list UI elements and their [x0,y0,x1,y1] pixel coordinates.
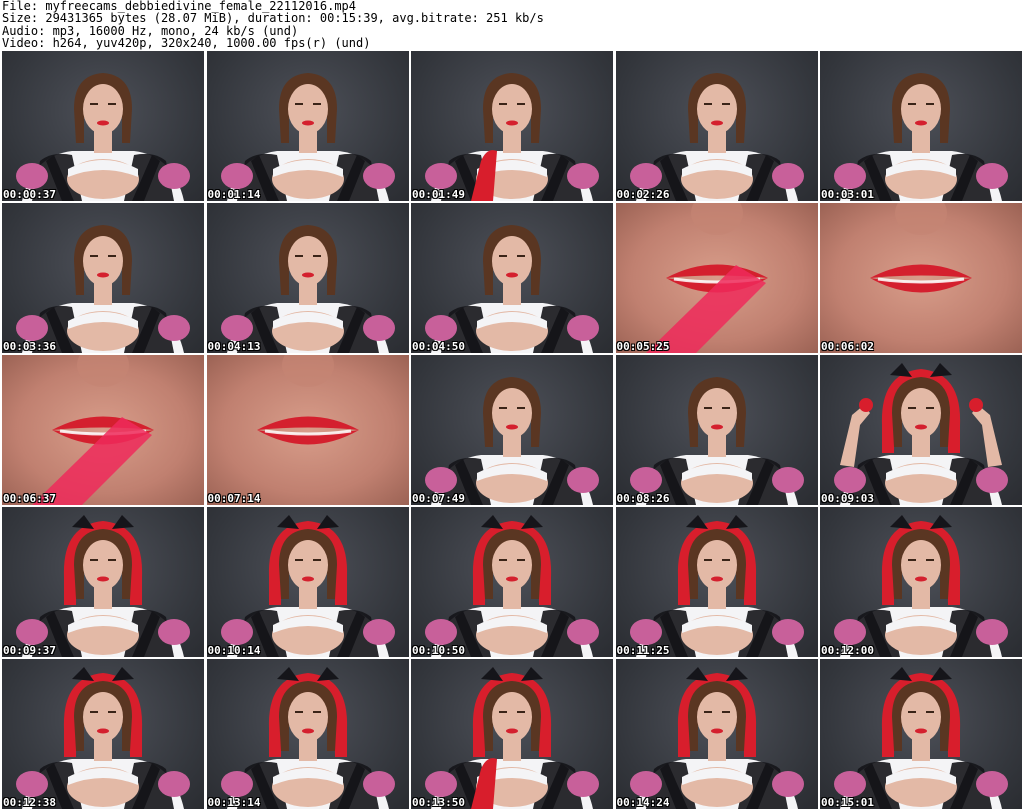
person-portrait-image [220,73,395,201]
thumbnail-timestamp: 00:03:01 [821,188,874,201]
person-portrait-image [16,225,190,353]
thumbnail-timestamp: 00:07:14 [207,492,261,505]
video-thumbnail[interactable]: 00:00:37 [2,51,204,201]
thumbnail-timestamp: 00:06:37 [3,492,56,505]
video-thumbnail[interactable]: 00:04:50 [411,203,613,353]
person-portrait-image [220,515,395,657]
video-thumbnail[interactable]: 00:03:36 [2,203,204,353]
thumbnail-timestamp: 00:12:00 [821,644,874,657]
thumbnail-timestamp: 00:09:03 [821,492,874,505]
video-thumbnail[interactable]: 00:10:14 [206,507,409,657]
lips-closeup-image [32,355,154,505]
video-thumbnail[interactable]: 00:01:49 [411,51,613,201]
person-portrait-image [629,377,804,505]
thumbnail-timestamp: 00:01:14 [207,188,261,201]
video-thumbnail[interactable]: 00:13:14 [206,659,409,809]
person-portrait-image [425,377,599,505]
person-portrait-image [834,73,1008,201]
file-size-line: Size: 29431365 bytes (28.07 MiB), durati… [2,11,544,26]
thumbnail-timestamp: 00:15:01 [821,796,874,809]
person-portrait-image [425,225,599,353]
video-thumbnail[interactable]: 00:14:24 [615,659,818,809]
video-thumbnail[interactable]: 00:06:02 [820,203,1022,353]
video-thumbnail[interactable]: 00:12:38 [2,659,204,809]
video-thumbnail[interactable]: 00:03:01 [820,51,1022,201]
thumbnail-timestamp: 00:07:49 [412,492,465,505]
thumbnail-timestamp: 00:10:50 [412,644,465,657]
person-portrait-image [629,667,804,809]
video-info-line: Video: h264, yuv420p, 320x240, 1000.00 f… [2,36,371,51]
video-thumbnail[interactable]: 00:09:03 [820,355,1022,505]
video-thumbnail[interactable]: 00:13:50 [411,659,613,809]
person-portrait-image [425,667,599,809]
thumbnail-timestamp: 00:13:14 [207,796,261,809]
video-thumbnail[interactable]: 00:07:14 [206,355,409,505]
thumbnail-timestamp: 00:11:25 [616,644,670,657]
video-thumbnail[interactable]: 00:07:49 [411,355,613,505]
video-thumbnail[interactable]: 00:04:13 [206,203,409,353]
thumbnail-timestamp: 00:03:36 [3,340,56,353]
thumbnail-timestamp: 00:04:50 [412,340,465,353]
file-info-header: File: myfreecams_debbiedivine_female_221… [0,0,1024,50]
thumbnail-timestamp: 00:06:02 [821,340,874,353]
thumbnail-timestamp: 00:08:26 [616,492,670,505]
person-portrait-image [220,667,395,809]
lips-closeup-image [870,203,972,293]
thumbnail-timestamp: 00:00:37 [3,188,56,201]
person-portrait-image [16,73,190,201]
person-portrait-image [16,515,190,657]
video-thumbnail[interactable]: 00:08:26 [615,355,818,505]
video-thumbnail[interactable]: 00:11:25 [615,507,818,657]
person-portrait-image [834,515,1008,657]
thumbnail-timestamp: 00:05:25 [616,340,670,353]
person-portrait-image [834,667,1008,809]
person-portrait-image [16,667,190,809]
person-portrait-image [425,515,599,657]
lips-closeup-image [256,355,359,445]
thumbnail-timestamp: 00:12:38 [3,796,56,809]
video-thumbnail[interactable]: 00:01:14 [206,51,409,201]
thumbnail-timestamp: 00:04:13 [207,340,261,353]
video-thumbnail[interactable]: 00:05:25 [615,203,818,353]
thumbnail-timestamp: 00:14:24 [616,796,670,809]
person-portrait-image [425,73,599,201]
thumbnail-grid: 00:00:37 00:01:14 00:01:49 00:02:26 00:03:01… [2,51,1022,810]
thumbnail-timestamp: 00:01:49 [412,188,465,201]
person-portrait-image [834,363,1008,505]
video-thumbnail[interactable]: 00:02:26 [615,51,818,201]
thumbnail-timestamp: 00:09:37 [3,644,56,657]
thumbnail-timestamp: 00:13:50 [412,796,465,809]
thumbnail-timestamp: 00:02:26 [616,188,670,201]
person-portrait-image [220,225,395,353]
person-portrait-image [629,515,804,657]
video-thumbnail[interactable]: 00:09:37 [2,507,204,657]
thumbnail-timestamp: 00:10:14 [207,644,261,657]
video-thumbnail[interactable]: 00:12:00 [820,507,1022,657]
person-portrait-image [629,73,804,201]
lips-closeup-image [645,203,768,353]
video-thumbnail[interactable]: 00:15:01 [820,659,1022,809]
video-thumbnail[interactable]: 00:06:37 [2,355,204,505]
video-thumbnail[interactable]: 00:10:50 [411,507,613,657]
